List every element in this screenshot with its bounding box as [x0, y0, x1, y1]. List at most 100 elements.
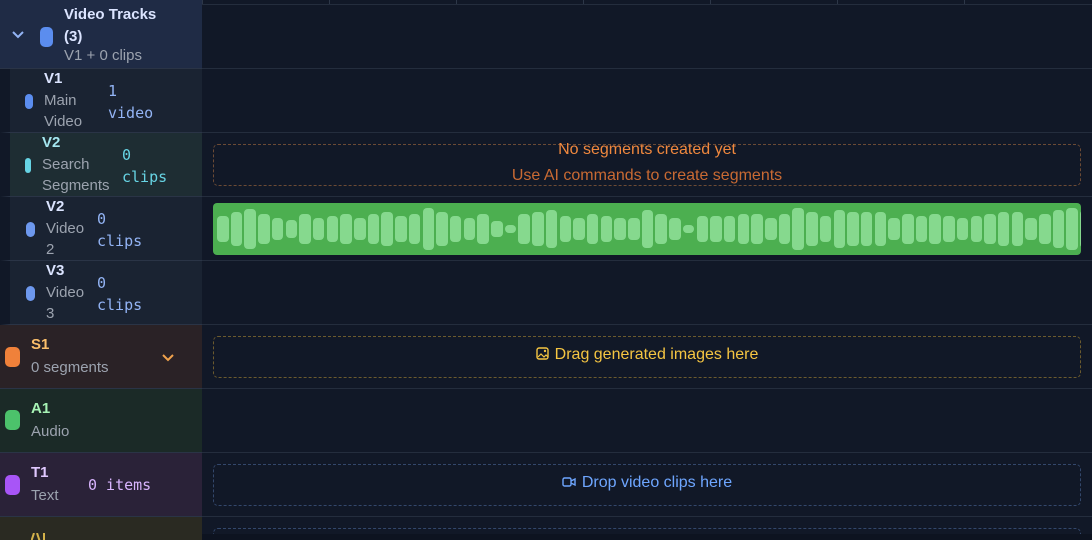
waveform-bar — [737, 214, 750, 244]
chevron-down-icon[interactable] — [11, 28, 25, 42]
timeline-row-a1[interactable] — [202, 389, 1092, 453]
waveform-bar — [641, 210, 654, 248]
track-header-s1[interactable]: S1 0 segments — [0, 325, 202, 389]
track-id: V1 — [44, 70, 63, 87]
track-id: A1 — [31, 400, 51, 417]
waveform-bar — [463, 218, 476, 240]
track-name: Main Video — [44, 92, 83, 130]
no-segments-hint: Use AI commands to create segments — [511, 167, 783, 184]
waveform-bar — [217, 216, 229, 242]
waveform-bar — [792, 208, 804, 250]
timeline-row-video-group — [202, 4, 1092, 69]
waveform-bar — [436, 212, 448, 246]
video-tracks-group-header[interactable]: Video Tracks (3) V1 + 0 clips — [0, 0, 202, 69]
waveform-bar — [573, 218, 585, 240]
waveform-bar — [819, 216, 832, 242]
waveform-bar — [614, 218, 626, 240]
waveform-bar — [1011, 212, 1024, 246]
waveform-bar — [984, 214, 996, 244]
waveform-bar — [997, 212, 1010, 246]
track-header-v2[interactable]: V2 Video 2 0 clips — [0, 197, 202, 261]
waveform-bar — [902, 214, 914, 244]
track-header-a1[interactable]: A1 Audio — [0, 389, 202, 453]
waveform-bar — [1039, 214, 1051, 244]
waveform-bar — [491, 221, 503, 237]
track-name: Video 2 — [46, 220, 85, 258]
waveform-bar — [477, 214, 489, 244]
waveform-bar — [778, 214, 791, 244]
waveform-bar — [340, 214, 352, 244]
timeline-area[interactable]: No segments created yet Use AI commands … — [202, 0, 1092, 540]
track-count: 0 items — [88, 476, 152, 494]
waveform-bar — [586, 214, 599, 244]
waveform-bar — [1052, 210, 1065, 248]
waveform-bar — [860, 212, 873, 246]
track-name: Video 3 — [46, 284, 85, 322]
partial-track-label-fragment — [31, 530, 51, 540]
timeline-row-v1[interactable] — [202, 69, 1092, 133]
waveform-bar — [682, 225, 695, 233]
waveform-bar — [367, 214, 380, 244]
waveform-bar — [545, 210, 558, 248]
timeline-row-v3[interactable] — [202, 261, 1092, 325]
waveform-bar — [1066, 208, 1078, 250]
timeline-bottom-edge — [202, 534, 1092, 540]
track-id: T1 — [31, 464, 49, 481]
waveform-bar — [888, 218, 900, 240]
track-id: V2 — [42, 134, 61, 151]
image-icon — [535, 347, 549, 360]
waveform-bar — [408, 214, 421, 244]
track-header-v2-search[interactable]: V2 Search Segments 0 clips — [0, 133, 202, 197]
track-count: 1 video — [108, 82, 154, 122]
waveform-bar — [504, 225, 517, 233]
waveform-bar — [600, 216, 613, 242]
waveform-bar — [299, 214, 311, 244]
video-icon — [562, 475, 576, 487]
waveform-bar — [354, 218, 366, 240]
track-header-panel: Video Tracks (3) V1 + 0 clips V1 Main Vi… — [0, 0, 202, 540]
track-name: Search Segments — [42, 156, 110, 194]
waveform-bar — [833, 210, 845, 248]
track-header-v1[interactable]: V1 Main Video 1 video — [0, 69, 202, 133]
track-subtitle: 0 segments — [31, 359, 109, 376]
video-clip-waveform[interactable] — [213, 203, 1081, 255]
track-header-t1[interactable]: T1 Text 0 items — [0, 453, 202, 517]
waveform-bar — [806, 212, 818, 246]
waveform-bar — [244, 209, 256, 249]
waveform-bar — [1025, 218, 1037, 240]
track-id: V2 — [46, 198, 65, 215]
waveform-bar — [915, 216, 928, 242]
waveform-bar — [271, 218, 284, 240]
waveform-bar — [669, 218, 681, 240]
track-color-marker — [5, 347, 20, 367]
waveform-bar — [655, 214, 667, 244]
track-color-marker — [25, 94, 33, 109]
waveform-bar — [312, 218, 325, 240]
waveform-bar — [422, 208, 434, 250]
waveform-bar — [751, 214, 763, 244]
waveform-bar — [1080, 210, 1081, 248]
waveform-bar — [710, 216, 722, 242]
waveform-bar — [847, 212, 859, 246]
waveform-bar — [559, 216, 571, 242]
waveform-bar — [230, 212, 243, 246]
waveform-bar — [943, 216, 955, 242]
waveform-bar — [765, 218, 777, 240]
waveform-bar — [723, 216, 736, 242]
track-subtitle: Audio — [31, 423, 70, 440]
waveform-bar — [696, 216, 708, 242]
track-header-partial — [0, 517, 202, 540]
no-segments-message: No segments created yet — [558, 141, 736, 158]
waveform-bar — [956, 218, 969, 240]
video-group-subtitle: V1 + 0 clips — [64, 47, 142, 64]
track-subtitle: Text — [31, 487, 59, 504]
waveform-bar — [449, 216, 462, 242]
waveform-bar — [628, 218, 640, 240]
chevron-down-icon[interactable] — [161, 351, 175, 365]
track-color-marker — [26, 286, 35, 301]
waveform-bar — [929, 214, 941, 244]
track-count: 0 clips — [122, 146, 168, 186]
track-header-v3[interactable]: V3 Video 3 0 clips — [0, 261, 202, 325]
waveform-bar — [395, 216, 407, 242]
waveform-bar — [970, 216, 982, 242]
